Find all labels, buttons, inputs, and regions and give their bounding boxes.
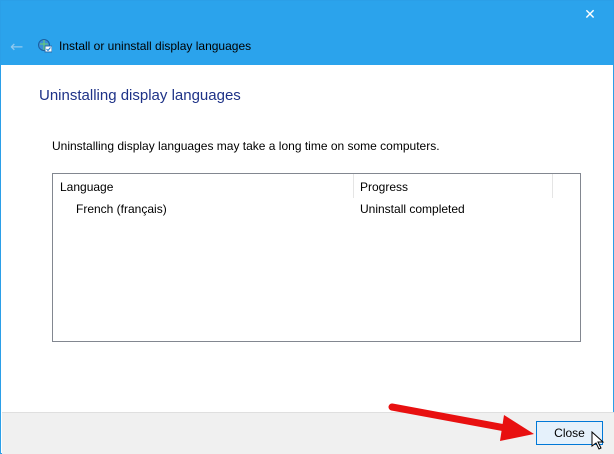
window-title: Install or uninstall display languages (59, 39, 252, 53)
back-arrow-icon[interactable]: ← (10, 37, 23, 56)
page-heading: Uninstalling display languages (39, 87, 241, 104)
globe-language-icon (38, 39, 52, 53)
column-divider[interactable] (552, 174, 553, 198)
window-close-icon[interactable]: ✕ (575, 3, 605, 27)
language-cell: French (français) (76, 202, 167, 216)
languages-table: Language Progress French (français) Unin… (52, 173, 581, 342)
title-bar: ✕ ← Install or uninstall display languag… (1, 1, 613, 65)
mouse-cursor-icon (591, 431, 605, 450)
column-divider[interactable] (353, 174, 354, 198)
column-header-language[interactable]: Language (60, 180, 113, 194)
column-header-progress[interactable]: Progress (360, 180, 408, 194)
progress-cell: Uninstall completed (360, 202, 465, 216)
dialog-window: ✕ ← Install or uninstall display languag… (0, 0, 614, 454)
annotation-arrow-icon (388, 403, 534, 441)
description-text: Uninstalling display languages may take … (52, 139, 440, 153)
